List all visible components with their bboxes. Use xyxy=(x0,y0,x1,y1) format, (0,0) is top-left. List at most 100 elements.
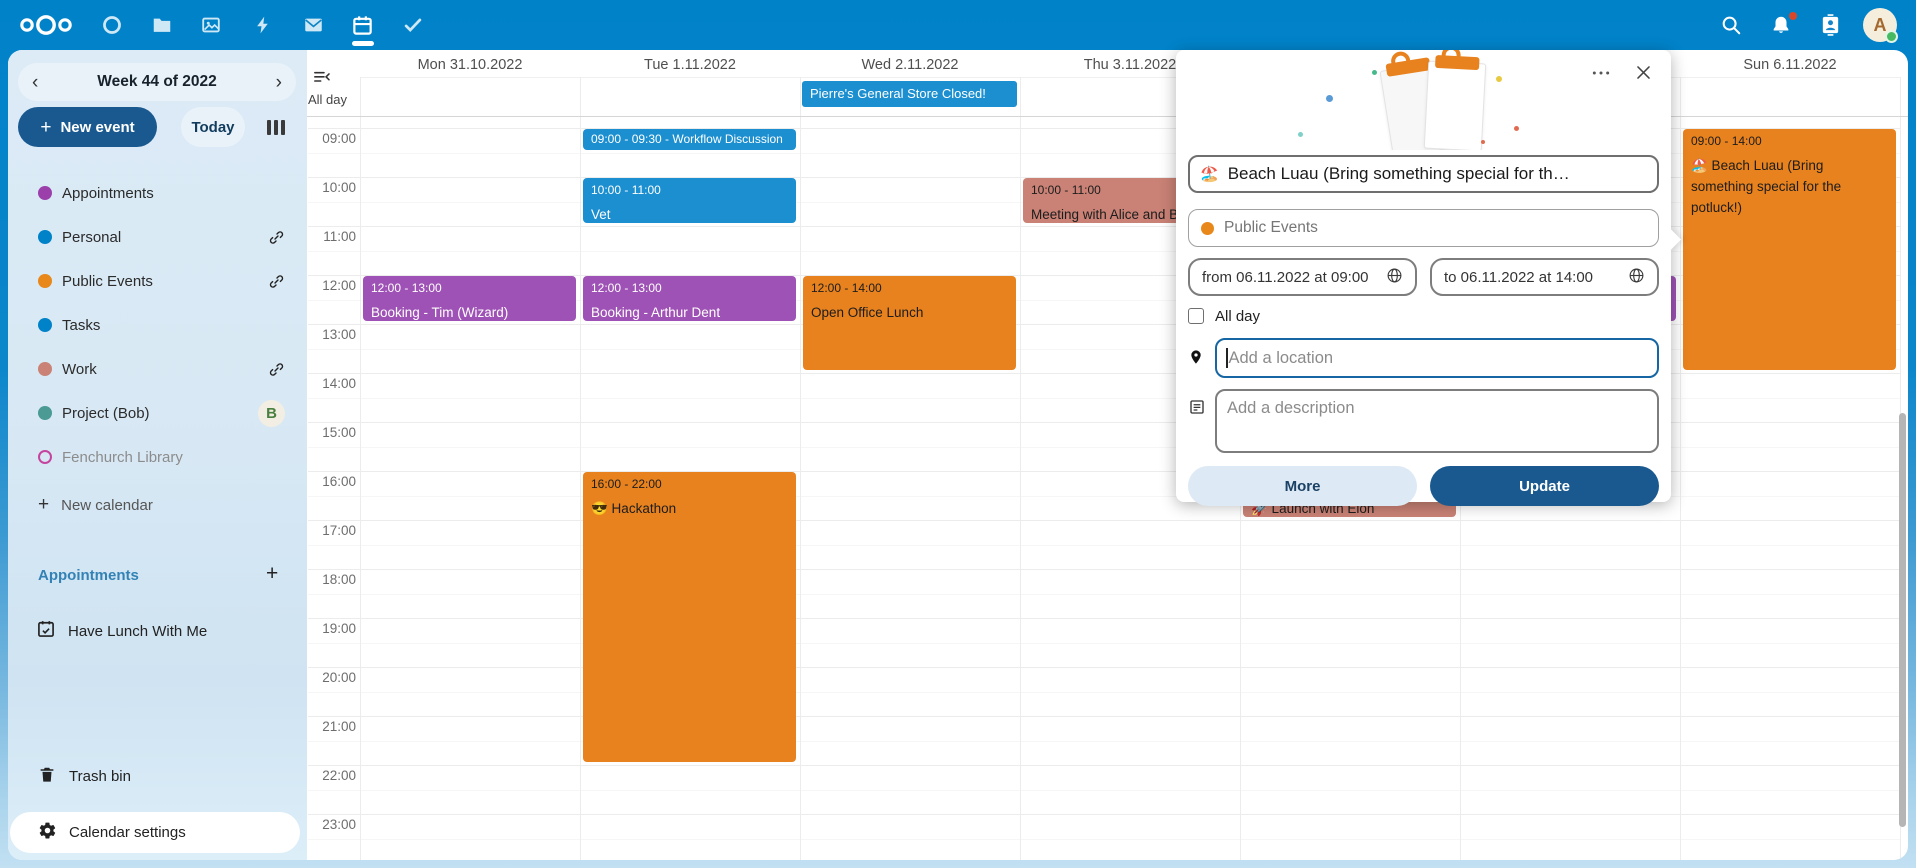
calendar-name: Appointments xyxy=(62,185,285,202)
event-title: Booking - Tim (Wizard) xyxy=(371,303,568,321)
photos-icon[interactable] xyxy=(196,0,226,50)
text-caret xyxy=(1226,348,1228,368)
hour-label: 15:00 xyxy=(302,425,356,440)
activity-icon[interactable] xyxy=(248,0,278,50)
notification-badge xyxy=(1789,12,1797,20)
popup-more-menu-icon[interactable] xyxy=(1591,66,1611,85)
today-button[interactable]: Today xyxy=(181,107,245,147)
column-line xyxy=(580,77,581,860)
notifications-bell-icon[interactable] xyxy=(1766,0,1796,50)
appointment-item[interactable]: Have Lunch With Me xyxy=(8,609,307,653)
calendar-list-item[interactable]: Appointments xyxy=(8,171,307,215)
end-datetime-field[interactable]: to 06.11.2022 at 14:00 xyxy=(1430,258,1659,296)
event-time: 10:00 - 11:00 xyxy=(591,183,788,197)
half-hour-line xyxy=(308,643,1900,644)
hour-label: 22:00 xyxy=(302,768,356,783)
calendar-color-dot xyxy=(38,274,52,288)
all-day-label: All day xyxy=(308,92,347,107)
next-week-button[interactable]: › xyxy=(276,73,282,92)
day-header[interactable]: Mon 31.10.2022 xyxy=(360,57,580,73)
nextcloud-logo[interactable] xyxy=(16,0,76,50)
vertical-scrollbar[interactable] xyxy=(1899,413,1906,827)
start-datetime-field[interactable]: from 06.11.2022 at 09:00 xyxy=(1188,258,1417,296)
all-day-row: All day xyxy=(1188,305,1659,327)
calendar-list-item[interactable]: Project (Bob)B xyxy=(8,391,307,435)
column-line xyxy=(1680,77,1681,860)
search-icon[interactable] xyxy=(1716,0,1746,50)
calendar-event[interactable]: 12:00 - 14:00 Open Office Lunch xyxy=(803,276,1016,370)
calendar-event[interactable]: 12:00 - 13:00Booking - Arthur Dent xyxy=(583,276,796,321)
calendar-check-icon xyxy=(36,619,56,643)
shared-link-icon[interactable] xyxy=(268,273,285,290)
files-icon[interactable] xyxy=(147,0,177,50)
half-hour-line xyxy=(308,692,1900,693)
description-input[interactable]: Add a description xyxy=(1215,389,1659,453)
shared-link-icon[interactable] xyxy=(268,361,285,378)
topbar: A xyxy=(0,0,1916,50)
all-day-checkbox[interactable] xyxy=(1188,308,1204,324)
calendar-list-item[interactable]: Personal xyxy=(8,215,307,259)
event-time: 12:00 - 13:00 xyxy=(591,281,788,295)
close-icon[interactable] xyxy=(1634,63,1653,87)
new-event-button[interactable]: + New event xyxy=(18,107,157,147)
calendar-event[interactable]: 16:00 - 22:00😎 Hackathon xyxy=(583,472,796,762)
hour-line xyxy=(308,765,1900,766)
new-calendar-button[interactable]: + New calendar xyxy=(8,483,307,527)
hour-line xyxy=(308,569,1900,570)
dashboard-icon[interactable] xyxy=(97,0,127,50)
day-header[interactable]: Sun 6.11.2022 xyxy=(1680,57,1900,73)
event-label: 09:00 - 09:30 - Workflow Discussion xyxy=(591,132,788,146)
calendar-settings-button[interactable]: Calendar settings xyxy=(10,812,300,853)
day-header[interactable]: Tue 1.11.2022 xyxy=(580,57,800,73)
trash-bin-button[interactable]: Trash bin xyxy=(8,754,307,798)
gear-icon xyxy=(38,821,57,844)
location-input[interactable]: Add a location xyxy=(1215,338,1659,378)
hour-label: 18:00 xyxy=(302,572,356,587)
add-appointment-button[interactable]: + xyxy=(266,562,278,586)
calendar-event[interactable]: 09:00 - 09:30 - Workflow Discussion xyxy=(583,129,796,150)
calendar-list-item[interactable]: Public Events xyxy=(8,259,307,303)
active-app-indicator xyxy=(352,41,374,46)
shared-user-badge[interactable]: B xyxy=(258,400,285,427)
calendar-color-dot xyxy=(38,230,52,244)
calendar-list-item[interactable]: Tasks xyxy=(8,303,307,347)
previous-week-button[interactable]: ‹ xyxy=(32,73,38,92)
hour-line xyxy=(308,618,1900,619)
calendar-event[interactable]: 12:00 - 13:00Booking - Tim (Wizard) xyxy=(363,276,576,321)
shared-link-icon[interactable] xyxy=(268,229,285,246)
calendar-event[interactable]: 09:00 - 14:00🏖️ Beach Luau (Bring someth… xyxy=(1683,129,1896,370)
day-header[interactable]: Wed 2.11.2022 xyxy=(800,57,1020,73)
calendar-color-dot xyxy=(38,450,52,464)
calendar-list-item[interactable]: Work xyxy=(8,347,307,391)
event-title: Vet xyxy=(591,205,788,223)
event-time: 12:00 - 14:00 xyxy=(811,281,1008,295)
sidebar: ‹ Week 44 of 2022 › + New event Today Ap… xyxy=(8,50,307,860)
hour-label: 17:00 xyxy=(302,523,356,538)
beach-emoji-icon: 🏖️ xyxy=(1200,165,1219,183)
hour-label: 16:00 xyxy=(302,474,356,489)
contacts-icon[interactable] xyxy=(1815,0,1845,50)
collapse-allday-icon[interactable] xyxy=(311,66,332,91)
half-hour-line xyxy=(308,839,1900,840)
calendar-select[interactable]: Public Events xyxy=(1188,209,1659,247)
event-time: 09:00 - 14:00 xyxy=(1691,134,1888,148)
timezone-globe-icon[interactable] xyxy=(1628,267,1645,288)
event-title-input[interactable]: 🏖️ Beach Luau (Bring something special f… xyxy=(1188,155,1659,193)
event-title: Open Office Lunch xyxy=(811,303,1008,324)
view-mode-icon[interactable] xyxy=(262,117,290,137)
allday-event[interactable]: Pierre's General Store Closed! xyxy=(802,81,1017,107)
calendar-name: Project (Bob) xyxy=(62,405,258,422)
calendar-color-dot xyxy=(38,362,52,376)
event-title: 😎 Hackathon xyxy=(591,499,788,520)
plus-icon: + xyxy=(40,118,51,137)
calendar-event[interactable]: 10:00 - 11:00 Vet xyxy=(583,178,796,223)
appointments-heading: Appointments xyxy=(38,567,139,584)
tasks-icon[interactable] xyxy=(398,0,428,50)
mail-icon[interactable] xyxy=(298,0,328,50)
calendar-list-item[interactable]: Fenchurch Library xyxy=(8,435,307,479)
more-button[interactable]: More xyxy=(1188,466,1417,506)
update-button[interactable]: Update xyxy=(1430,466,1659,506)
hour-line xyxy=(308,716,1900,717)
timezone-globe-icon[interactable] xyxy=(1386,267,1403,288)
hour-label: 11:00 xyxy=(302,229,356,244)
